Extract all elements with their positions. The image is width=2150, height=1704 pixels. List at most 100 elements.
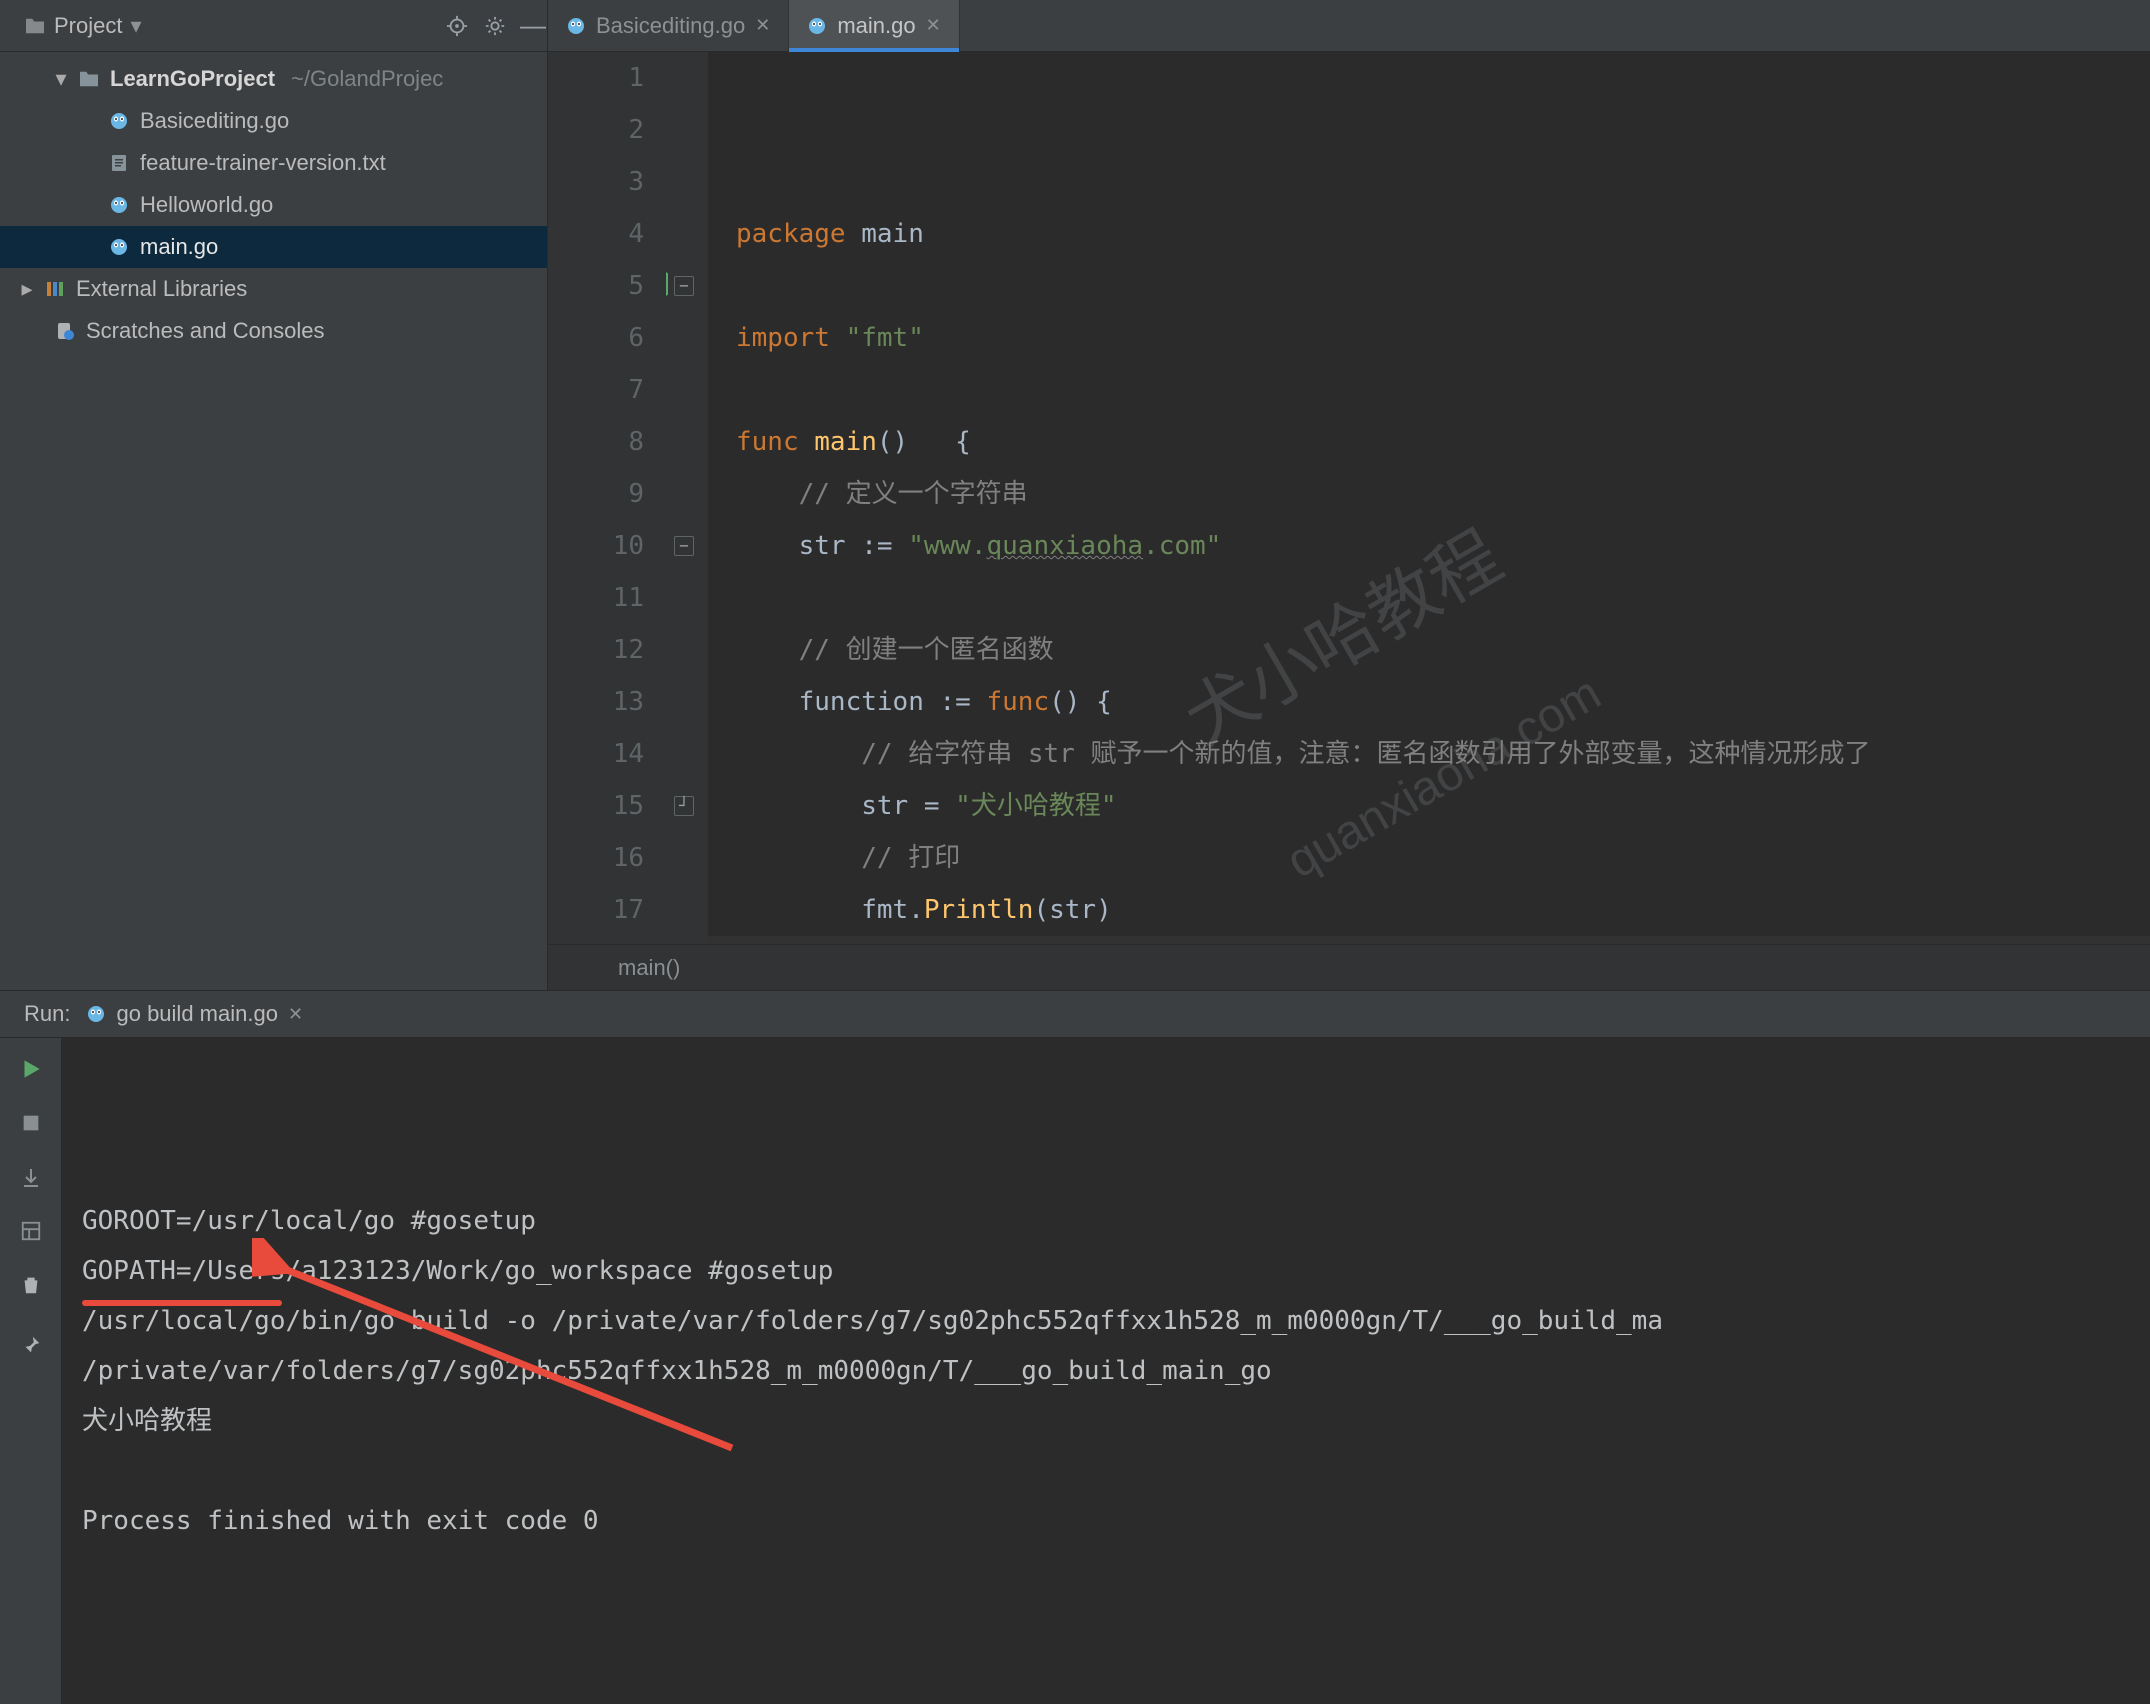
line-number[interactable]: 9: [548, 468, 644, 520]
folder-icon: [24, 17, 46, 35]
editor: 12345678910111213141516171819 −−┘┘ packa…: [548, 52, 2150, 990]
line-number[interactable]: 13: [548, 676, 644, 728]
editor-tabs: Basicediting.go ✕ main.go ✕: [548, 0, 2150, 51]
code-line: str = "犬小哈教程": [736, 780, 2150, 832]
code-line: // 定义一个字符串: [736, 468, 2150, 520]
console[interactable]: GOROOT=/usr/local/go #gosetupGOPATH=/Use…: [62, 1038, 2150, 1704]
breadcrumb[interactable]: main(): [548, 944, 2150, 990]
code-area[interactable]: 12345678910111213141516171819 −−┘┘ packa…: [548, 52, 2150, 944]
tab-label: Basicediting.go: [596, 13, 745, 39]
code[interactable]: package mainimport "fmt"func main() { //…: [708, 52, 2150, 944]
line-number[interactable]: 14: [548, 728, 644, 780]
fold-marker[interactable]: ┘: [674, 796, 694, 816]
highlight-line: [708, 936, 2150, 944]
tree-file[interactable]: feature-trainer-version.txt: [0, 142, 547, 184]
run-config-name: go build main.go: [116, 1001, 277, 1027]
project-label: Project: [54, 13, 122, 39]
fold-column[interactable]: −−┘┘: [668, 52, 708, 944]
settings-icon[interactable]: [481, 12, 509, 40]
breadcrumb-text: main(): [618, 955, 680, 981]
pin-icon[interactable]: [14, 1328, 48, 1362]
top-strip: Project ▾ — Basicediting.go ✕ main.go ✕: [0, 0, 2150, 52]
line-number[interactable]: 7: [548, 364, 644, 416]
gutter[interactable]: 12345678910111213141516171819: [548, 52, 668, 944]
dropdown-caret-icon: ▾: [130, 13, 141, 39]
line-number[interactable]: 17: [548, 884, 644, 936]
chevron-right-icon: ▸: [20, 276, 34, 302]
code-line: [736, 364, 2150, 416]
project-toolwindow-header: Project ▾ —: [0, 0, 548, 51]
scratches-label: Scratches and Consoles: [86, 318, 324, 344]
console-line: /usr/local/go/bin/go build -o /private/v…: [82, 1296, 2130, 1346]
line-number[interactable]: 5: [548, 260, 644, 312]
code-line: function := func() {: [736, 676, 2150, 728]
line-number[interactable]: 1: [548, 52, 644, 104]
line-number[interactable]: 2: [548, 104, 644, 156]
console-line: /private/var/folders/g7/sg02phc552qffxx1…: [82, 1346, 2130, 1396]
line-number[interactable]: 18: [548, 936, 644, 944]
line-number[interactable]: 4: [548, 208, 644, 260]
annotation-underline: [82, 1300, 282, 1306]
tab-label: main.go: [837, 13, 915, 39]
middle-area: ▾ LearnGoProject ~/GolandProjec Basicedi…: [0, 52, 2150, 990]
code-line: fmt.Println(str): [736, 884, 2150, 936]
ide-window: Project ▾ — Basicediting.go ✕ main.go ✕ ▾ L…: [0, 0, 2150, 1704]
step-down-icon[interactable]: [14, 1160, 48, 1194]
tree-file-name: feature-trainer-version.txt: [140, 150, 386, 176]
locate-icon[interactable]: [443, 12, 471, 40]
tree-file[interactable]: Basicediting.go: [0, 100, 547, 142]
line-number[interactable]: 6: [548, 312, 644, 364]
line-number[interactable]: 12: [548, 624, 644, 676]
project-root-path: ~/GolandProjec: [291, 66, 443, 92]
close-icon[interactable]: ✕: [288, 1004, 303, 1025]
fold-marker[interactable]: −: [674, 536, 694, 556]
code-line: package main: [736, 208, 2150, 260]
text-file-icon: [108, 152, 130, 174]
project-root-name: LearnGoProject: [110, 66, 275, 92]
hide-icon[interactable]: —: [519, 12, 547, 40]
run-toolbar: [0, 1038, 62, 1704]
close-icon[interactable]: ✕: [926, 15, 941, 36]
editor-tab[interactable]: Basicediting.go ✕: [548, 0, 789, 51]
code-line: // 创建一个匿名函数: [736, 624, 2150, 676]
project-dropdown[interactable]: Project ▾: [24, 13, 142, 39]
go-file-icon: [108, 110, 130, 132]
line-number[interactable]: 10: [548, 520, 644, 572]
trash-icon[interactable]: [14, 1268, 48, 1302]
layout-icon[interactable]: [14, 1214, 48, 1248]
editor-tab[interactable]: main.go ✕: [789, 0, 959, 51]
line-number[interactable]: 3: [548, 156, 644, 208]
tree-external-libs[interactable]: ▸ External Libraries: [0, 268, 547, 310]
chevron-down-icon: ▾: [54, 66, 68, 92]
console-line: GOROOT=/usr/local/go #gosetup: [82, 1196, 2130, 1246]
line-number[interactable]: 8: [548, 416, 644, 468]
tree-file-name: Helloworld.go: [140, 192, 273, 218]
tree-scratches[interactable]: Scratches and Consoles: [0, 310, 547, 352]
code-line: [736, 260, 2150, 312]
line-number[interactable]: 15: [548, 780, 644, 832]
line-number[interactable]: 16: [548, 832, 644, 884]
code-line: str := "www.quanxiaoha.com": [736, 520, 2150, 572]
tree-file[interactable]: Helloworld.go: [0, 184, 547, 226]
tree-files-container: Basicediting.go feature-trainer-version.t…: [0, 100, 547, 268]
library-icon: [44, 278, 66, 300]
run-button[interactable]: [14, 1052, 48, 1086]
scratches-icon: [54, 320, 76, 342]
code-line: // 打印: [736, 832, 2150, 884]
console-line: [82, 1446, 2130, 1496]
stop-button[interactable]: [14, 1106, 48, 1140]
console-line: 犬小哈教程: [82, 1396, 2130, 1446]
project-tree[interactable]: ▾ LearnGoProject ~/GolandProjec Basicedi…: [0, 52, 548, 990]
go-file-icon: [108, 236, 130, 258]
fold-marker[interactable]: −: [674, 276, 694, 296]
tree-file[interactable]: main.go: [0, 226, 547, 268]
tree-root[interactable]: ▾ LearnGoProject ~/GolandProjec: [0, 58, 547, 100]
console-line: GOPATH=/Users/a123123/Work/go_workspace …: [82, 1246, 2130, 1296]
run-config-tab[interactable]: go build main.go ✕: [86, 1001, 303, 1027]
close-icon[interactable]: ✕: [755, 15, 770, 36]
line-number[interactable]: 11: [548, 572, 644, 624]
tree-file-name: main.go: [140, 234, 218, 260]
folder-icon: [78, 68, 100, 90]
console-line: Process finished with exit code 0: [82, 1496, 2130, 1546]
go-file-icon: [108, 194, 130, 216]
